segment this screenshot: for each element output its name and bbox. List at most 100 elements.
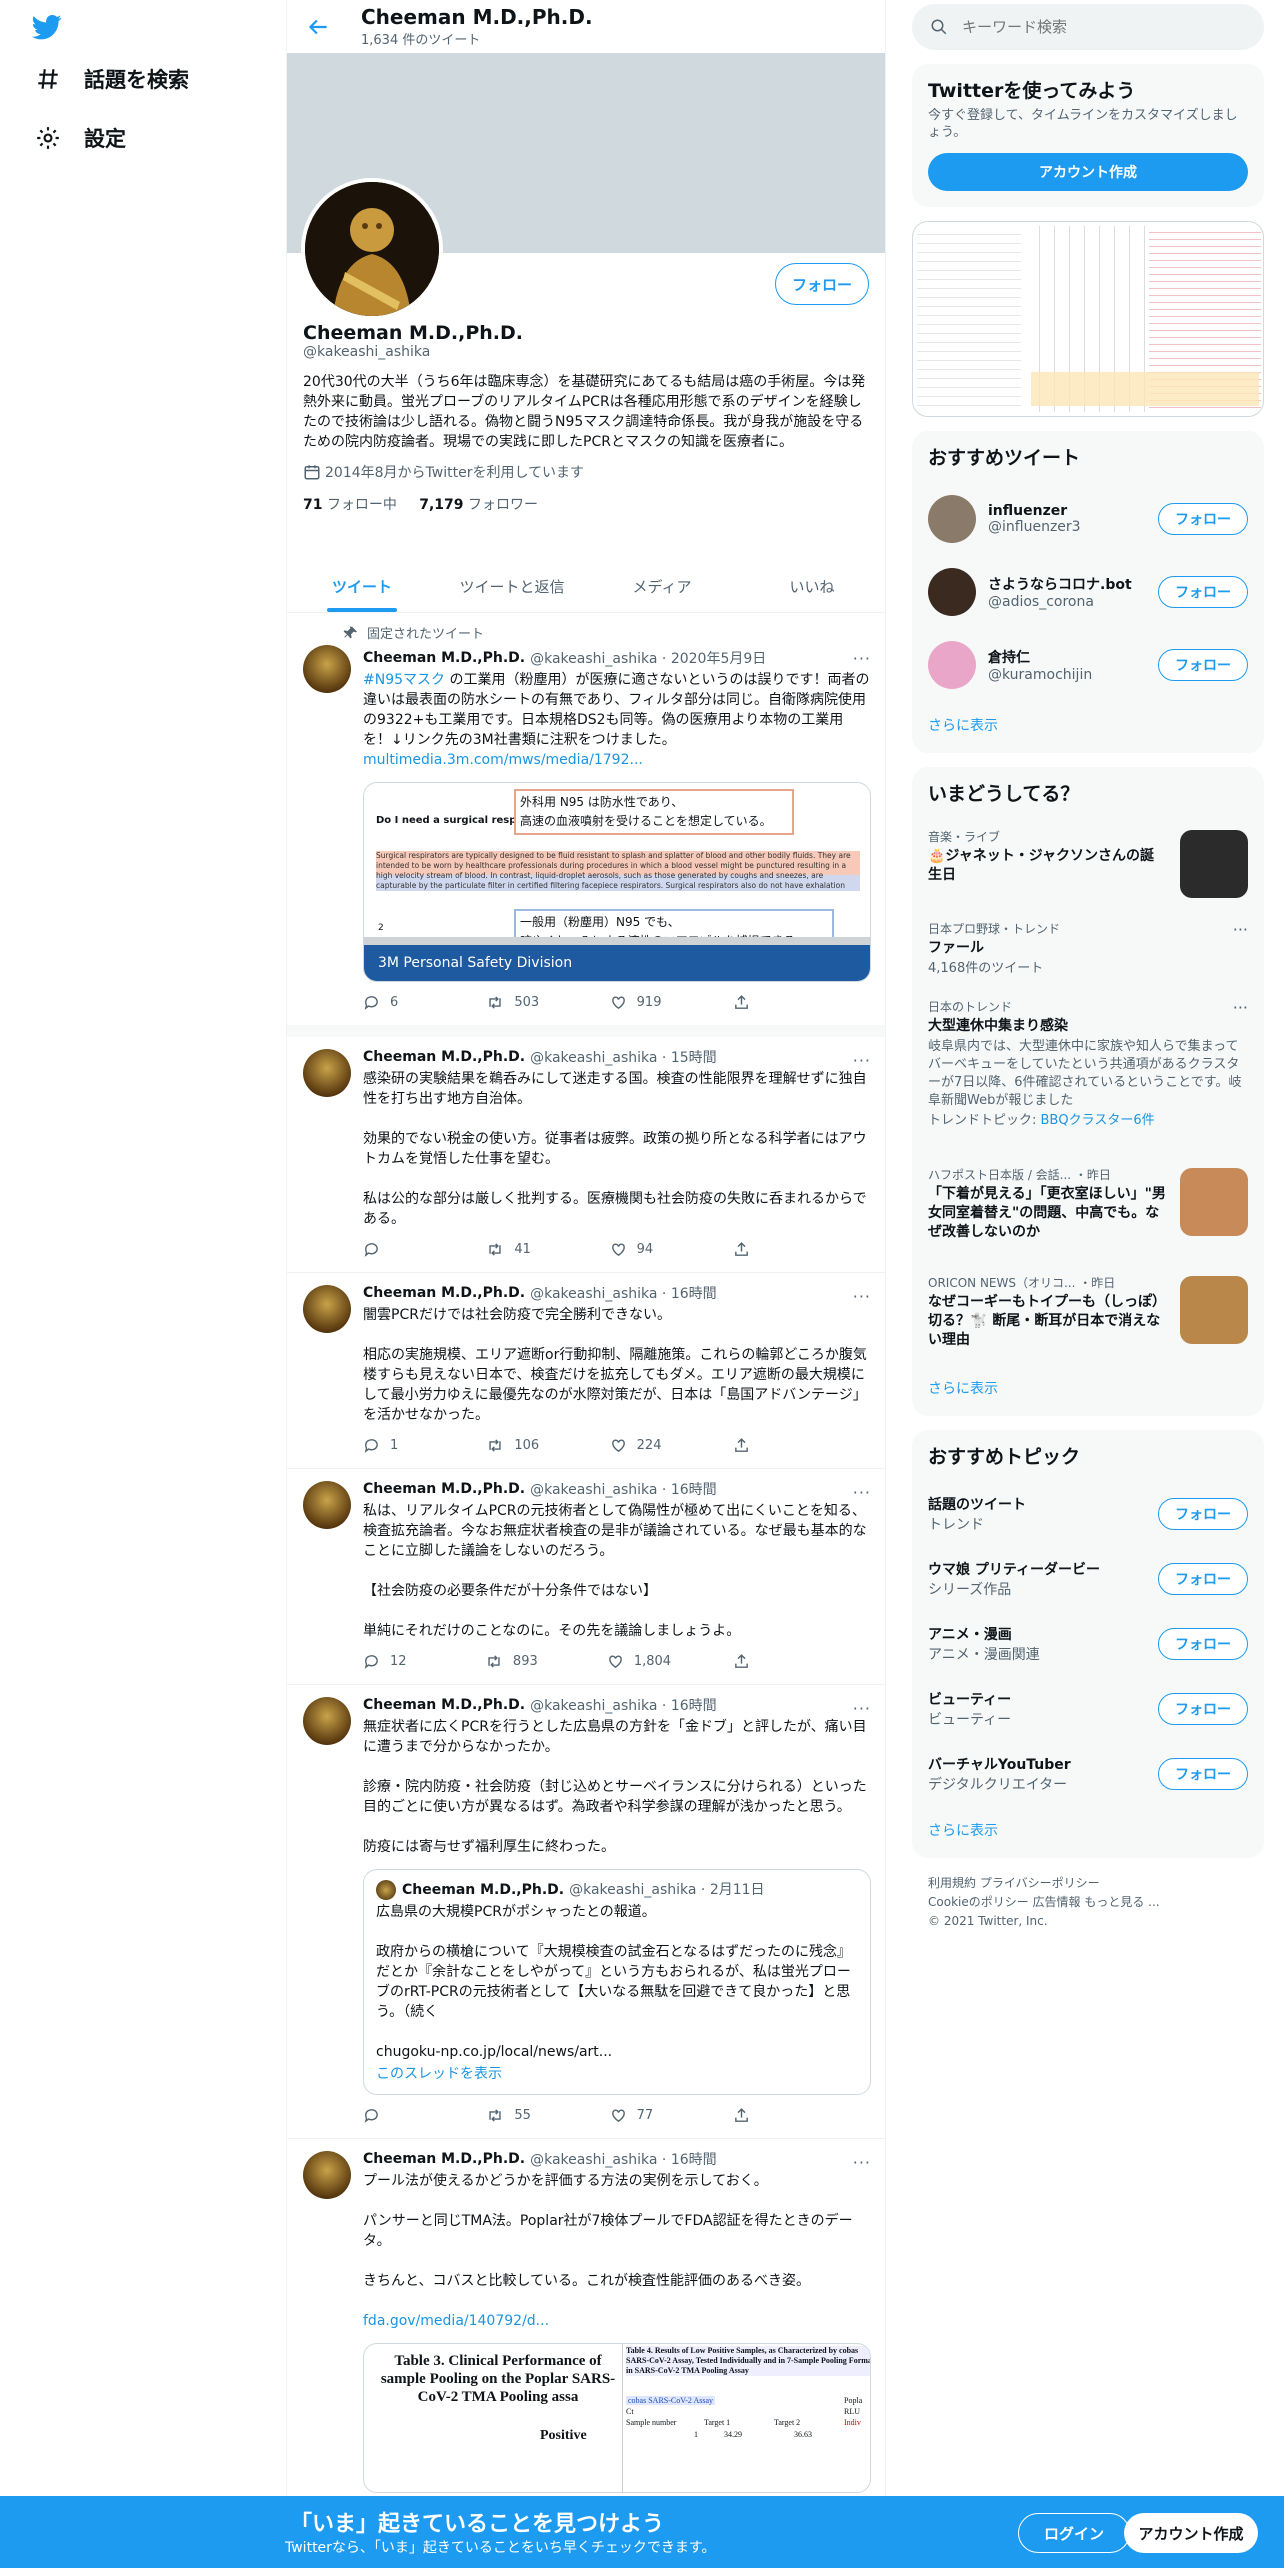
like-button[interactable]: 919 <box>610 994 670 1011</box>
quote-avatar <box>376 1880 396 1900</box>
follow-button[interactable]: フォロー <box>1158 1562 1248 1595</box>
footer-line[interactable]: Cookieのポリシー 広告情報 もっと見る ... <box>928 1893 1248 1912</box>
like-button[interactable]: 224 <box>610 1437 670 1454</box>
topic-item[interactable]: 話題のツイート トレンド フォロー <box>912 1481 1264 1546</box>
more-icon[interactable]: ··· <box>1233 998 1248 1017</box>
more-icon[interactable]: ··· <box>853 649 871 668</box>
trend-item[interactable]: 音楽・ライブ 🎂ジャネット・ジャクソンさんの誕生日 <box>912 818 1264 910</box>
header-tweet-count: 1,634 件のツイート <box>361 33 481 48</box>
search-bar[interactable] <box>912 4 1264 50</box>
create-account-button[interactable]: アカウント作成 <box>928 153 1248 191</box>
following-link[interactable]: 71 フォロー中 <box>303 497 397 513</box>
recommended-user[interactable]: さようならコロナ.bot @adios_corona フォロー <box>912 555 1264 628</box>
share-button[interactable] <box>733 1437 793 1454</box>
tweet[interactable]: Cheeman M.D.,Ph.D. @kakeashi_ashika · 16時… <box>287 1273 885 1469</box>
avatar[interactable] <box>303 1481 351 1529</box>
recommended-user[interactable]: 倉持仁 @kuramochijin フォロー <box>912 628 1264 701</box>
more-icon[interactable]: ··· <box>853 1483 871 1502</box>
nav-explore[interactable]: 話題を検索 <box>34 64 189 94</box>
more-icon[interactable]: ··· <box>853 1287 871 1306</box>
reply-button[interactable]: 6 <box>363 994 423 1011</box>
avatar[interactable] <box>303 2151 351 2199</box>
tweet[interactable]: Cheeman M.D.,Ph.D. @kakeashi_ashika · 16時… <box>287 2139 885 2508</box>
quoted-tweet[interactable]: Cheeman M.D.,Ph.D. @kakeashi_ashika · 2月1… <box>363 1869 871 2095</box>
reply-button[interactable] <box>363 2107 423 2124</box>
share-button[interactable] <box>733 2107 793 2124</box>
share-button[interactable] <box>733 994 793 1011</box>
twitter-logo-icon[interactable] <box>30 12 64 42</box>
tweet-media-3m[interactable]: Do I need a surgical respirator? 外科用 N95… <box>363 782 871 982</box>
retweet-button[interactable]: 893 <box>485 1653 545 1670</box>
follow-button[interactable]: フォロー <box>1158 648 1248 681</box>
profile-follow-button[interactable]: フォロー <box>775 263 869 305</box>
search-input[interactable] <box>962 18 1222 36</box>
reply-button[interactable] <box>363 1241 423 1258</box>
follow-button[interactable]: フォロー <box>1158 1497 1248 1530</box>
follow-button[interactable]: フォロー <box>1158 502 1248 535</box>
recommended-user[interactable]: influenzer @influenzer3 フォロー <box>912 482 1264 555</box>
show-more-link[interactable]: さらに表示 <box>912 1806 1264 1858</box>
profile-header: Cheeman M.D.,Ph.D. 1,634 件のツイート <box>287 0 885 53</box>
retweet-button[interactable]: 41 <box>486 1241 546 1258</box>
like-button[interactable]: 94 <box>610 1241 670 1258</box>
show-more-link[interactable]: さらに表示 <box>912 1364 1264 1416</box>
media-thumbnail[interactable] <box>912 221 1264 417</box>
avatar[interactable] <box>303 1049 351 1097</box>
avatar <box>928 640 976 689</box>
follow-button[interactable]: フォロー <box>1158 1627 1248 1660</box>
show-more-link[interactable]: さらに表示 <box>912 701 1264 753</box>
hashtag-link[interactable]: #N95マスク <box>363 672 445 688</box>
follow-button[interactable]: フォロー <box>1158 1757 1248 1790</box>
topic-item[interactable]: ウマ娘 プリティーダービー シリーズ作品 フォロー <box>912 1546 1264 1611</box>
nav-settings[interactable]: 設定 <box>34 123 126 153</box>
avatar[interactable] <box>303 645 351 693</box>
more-icon[interactable]: ··· <box>853 1051 871 1070</box>
tweet-link[interactable]: fda.gov/media/140792/d... <box>363 2311 871 2331</box>
tweet[interactable]: Cheeman M.D.,Ph.D. @kakeashi_ashika · 16時… <box>287 1469 885 1685</box>
follow-button[interactable]: フォロー <box>1158 1692 1248 1725</box>
followers-link[interactable]: 7,179 フォロワー <box>419 497 538 513</box>
trend-topic: トレンドトピック: BBQクラスター6件 <box>928 1113 1155 1128</box>
follow-button[interactable]: フォロー <box>1158 575 1248 608</box>
trend-topic-link[interactable]: BBQクラスター6件 <box>1041 1113 1155 1128</box>
like-button[interactable]: 1,804 <box>607 1653 671 1670</box>
retweet-button[interactable]: 503 <box>486 994 546 1011</box>
show-thread-link[interactable]: このスレッドを表示 <box>376 2064 858 2084</box>
reply-button[interactable]: 12 <box>363 1653 423 1670</box>
share-button[interactable] <box>733 1653 793 1670</box>
retweet-button[interactable]: 55 <box>486 2107 546 2124</box>
like-button[interactable]: 77 <box>610 2107 670 2124</box>
signup-button[interactable]: アカウント作成 <box>1124 2513 1258 2553</box>
profile-avatar[interactable] <box>301 178 443 320</box>
reply-button[interactable]: 1 <box>363 1437 423 1454</box>
trend-item[interactable]: 日本プロ野球・トレンド ファール 4,168件のツイート ··· <box>912 910 1264 988</box>
share-button[interactable] <box>733 1241 793 1258</box>
topic-item[interactable]: アニメ・漫画 アニメ・漫画関連 フォロー <box>912 1611 1264 1676</box>
back-arrow-icon[interactable] <box>305 14 331 40</box>
avatar[interactable] <box>303 1697 351 1745</box>
topic-item[interactable]: ビューティー ビューティー フォロー <box>912 1676 1264 1741</box>
share-icon <box>735 1242 748 1256</box>
trend-item[interactable]: ORICON NEWS（オリコ... ・昨日 なぜコーギーもトイプーも（しっぽ）… <box>912 1264 1264 1364</box>
trends-box: いまどうしてる？ 音楽・ライブ 🎂ジャネット・ジャクソンさんの誕生日 日本プロ野… <box>912 767 1264 1416</box>
footer-line[interactable]: 利用規約 プライバシーポリシー <box>928 1874 1248 1893</box>
tweet-pinned[interactable]: 固定されたツイート Cheeman M.D.,Ph.D. @kakeashi_as… <box>287 613 885 1037</box>
trend-item[interactable]: 日本のトレンド 大型連休中集まり感染 岐阜県内では、大型連休中に家族や知人らで集… <box>912 988 1264 1156</box>
topic-item[interactable]: バーチャルYouTuber デジタルクリエイター フォロー <box>912 1741 1264 1806</box>
retweet-button[interactable]: 106 <box>486 1437 546 1454</box>
tweet-link[interactable]: multimedia.3m.com/mws/media/1792... <box>363 752 643 768</box>
tab-media[interactable]: メディア <box>587 560 737 612</box>
recommended-title: おすすめツイート <box>928 447 1081 469</box>
more-icon[interactable]: ··· <box>1233 920 1248 939</box>
tweet-media-table[interactable]: Table 3. Clinical Performance of sample … <box>363 2343 871 2493</box>
tweet[interactable]: Cheeman M.D.,Ph.D. @kakeashi_ashika · 16時… <box>287 1685 885 2139</box>
avatar[interactable] <box>303 1285 351 1333</box>
tweet[interactable]: Cheeman M.D.,Ph.D. @kakeashi_ashika · 15時… <box>287 1037 885 1273</box>
tab-tweets-replies[interactable]: ツイートと返信 <box>437 560 587 612</box>
login-button[interactable]: ログイン <box>1018 2513 1130 2553</box>
more-icon[interactable]: ··· <box>853 2153 871 2172</box>
tab-tweets[interactable]: ツイート <box>287 560 437 612</box>
more-icon[interactable]: ··· <box>853 1699 871 1718</box>
trend-item[interactable]: ハフポスト日本版 / 会話... ・昨日 「下着が見える」「更衣室ほしい」"男女… <box>912 1156 1264 1264</box>
tab-likes[interactable]: いいね <box>737 560 885 612</box>
